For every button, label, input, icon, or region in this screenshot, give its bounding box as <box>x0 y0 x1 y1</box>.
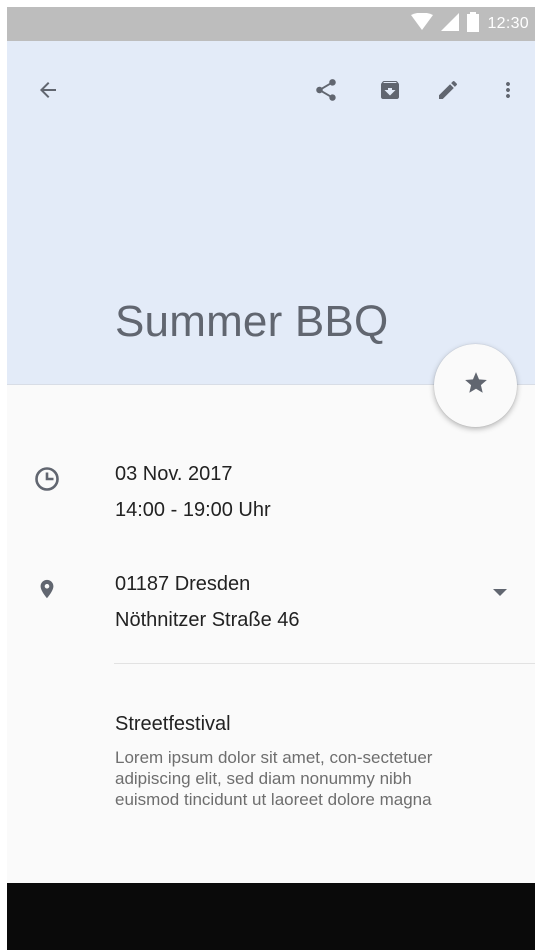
navigation-bar <box>7 883 535 950</box>
more-vert-icon <box>496 78 520 102</box>
description-body: Lorem ipsum dolor sit amet, con-sectetue… <box>115 748 433 809</box>
location-city: 01187 Dresden <box>115 573 251 595</box>
event-time-row: 03 Nov. 2017 14:00 - 19:00 Uhr <box>7 459 535 539</box>
edit-pencil-icon <box>436 78 460 102</box>
share-icon <box>313 77 339 103</box>
arrow-drop-down-icon <box>492 585 508 603</box>
event-time-range: 14:00 - 19:00 Uhr <box>115 499 271 521</box>
event-location-row[interactable]: 01187 Dresden Nöthnitzer Straße 46 <box>7 569 535 649</box>
wifi-icon <box>411 12 434 36</box>
location-pin-icon <box>33 575 61 603</box>
status-time: 12:30 <box>487 15 529 32</box>
status-bar: 12:30 <box>7 7 535 41</box>
favorite-fab[interactable] <box>434 344 517 427</box>
event-header: Summer BBQ <box>7 41 535 385</box>
more-options-button[interactable] <box>488 70 528 110</box>
battery-icon <box>467 11 480 37</box>
share-button[interactable] <box>306 70 346 110</box>
location-street: Nöthnitzer Straße 46 <box>115 609 300 631</box>
signal-icon <box>441 12 460 36</box>
screen: 12:30 Summer BBQ 03 Nov. 2017 14:00 - 19… <box>7 7 535 950</box>
edit-button[interactable] <box>428 70 468 110</box>
event-title: Summer BBQ <box>115 297 389 346</box>
archive-icon <box>378 78 402 102</box>
star-icon <box>463 370 489 401</box>
event-date: 03 Nov. 2017 <box>115 463 233 485</box>
archive-button[interactable] <box>370 70 410 110</box>
arrow-back-icon <box>36 78 60 102</box>
divider <box>114 663 535 664</box>
location-expand-button[interactable] <box>485 579 515 609</box>
clock-icon <box>33 465 61 493</box>
back-button[interactable] <box>28 70 68 110</box>
description-title: Streetfestival <box>115 713 231 735</box>
